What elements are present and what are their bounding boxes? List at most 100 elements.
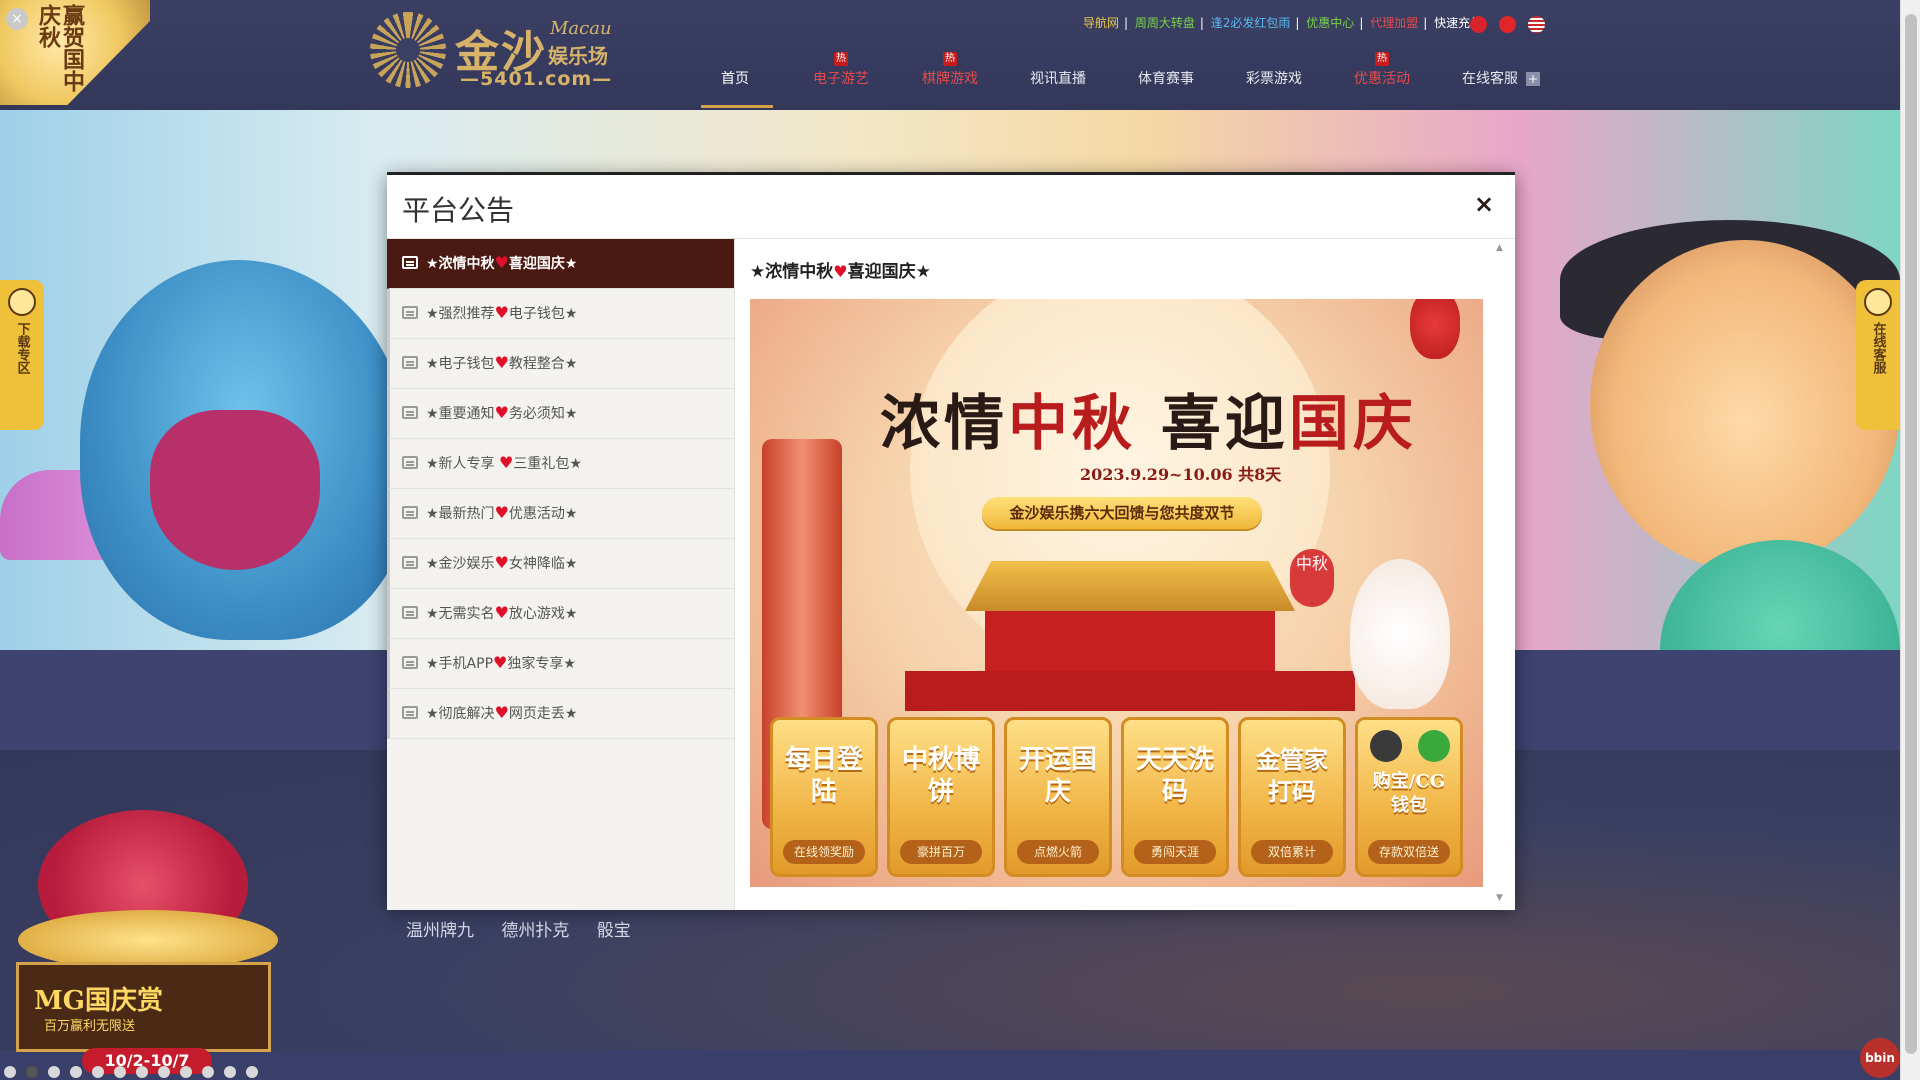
- plus-icon[interactable]: +: [1526, 72, 1540, 86]
- cg-logo-icon: [1418, 730, 1450, 762]
- headset-icon: [1864, 288, 1892, 316]
- notice-item[interactable]: ★新人专享 ♥三重礼包★: [387, 439, 734, 489]
- notice-item[interactable]: ★金沙娱乐♥女神降临★: [387, 539, 734, 589]
- lantern-art: [1410, 299, 1460, 359]
- nav-home[interactable]: 首页: [721, 68, 749, 88]
- gate-body-art: [985, 611, 1275, 671]
- poster-card-sub: 存款双倍送: [1368, 840, 1450, 864]
- mg-promo-float[interactable]: MG国庆赏 百万赢利无限送 10/2-10/7: [8, 810, 278, 1074]
- nav-lottery[interactable]: 彩票游戏: [1246, 68, 1302, 88]
- pager-dot[interactable]: [224, 1066, 236, 1078]
- notice-label: 三重礼包★: [513, 456, 582, 472]
- support-side-tab[interactable]: 在线客服: [1856, 280, 1900, 430]
- nav-promotions[interactable]: 热优惠活动: [1354, 52, 1410, 88]
- page-scrollbar[interactable]: [1900, 0, 1920, 1080]
- notice-item[interactable]: ★强烈推荐♥电子钱包★: [387, 289, 734, 339]
- cn-flag-icon[interactable]: [1499, 16, 1517, 33]
- nav-sports[interactable]: 体育赛事: [1138, 68, 1194, 88]
- content-title-text: ★浓情中秋: [750, 262, 834, 282]
- download-icon: [8, 288, 36, 316]
- scroll-down-icon[interactable]: ▼: [1496, 893, 1503, 903]
- content-title-text: 喜迎国庆★: [847, 262, 931, 282]
- notice-label: 电子钱包★: [508, 306, 578, 322]
- pager-dot[interactable]: [48, 1066, 60, 1078]
- download-side-tab[interactable]: 下载专区: [0, 280, 44, 430]
- notice-label: ★彻底解决: [426, 706, 495, 722]
- site-logo[interactable]: 金沙 Macau 娱乐场 —5401.com—: [370, 12, 630, 92]
- pager-dot[interactable]: [92, 1066, 104, 1078]
- heart-icon: ♥: [494, 353, 509, 372]
- poster-title-part: 国庆: [1288, 389, 1417, 459]
- nav-support[interactable]: 在线客服 +: [1462, 68, 1540, 88]
- notice-label: 网页走丢★: [508, 706, 578, 722]
- page-scrollbar-thumb[interactable]: [1905, 14, 1917, 1054]
- notice-content-title: ★浓情中秋♥喜迎国庆★: [750, 257, 931, 282]
- pager-dot[interactable]: [202, 1066, 214, 1078]
- pager-dot[interactable]: [70, 1066, 82, 1078]
- notice-item[interactable]: ★重要通知♥务必须知★: [387, 389, 734, 439]
- notice-label: ★新人专享: [426, 456, 500, 472]
- notice-item[interactable]: ★手机APP♥独家专享★: [387, 639, 734, 689]
- nav-active-underline: [701, 105, 773, 108]
- poster-title-part: 浓情: [880, 389, 1008, 459]
- notice-item[interactable]: ★电子钱包♥教程整合★: [387, 339, 734, 389]
- message-icon: [402, 356, 418, 369]
- festival-text: 赢贺国中庆秋: [35, 4, 85, 92]
- announcement-modal: 平台公告 × ★浓情中秋♥喜迎国庆★ ★强烈推荐♥电子钱包★ ★电子钱包♥教程整…: [387, 172, 1515, 910]
- language-flags: [1470, 14, 1552, 33]
- pager-dot[interactable]: [158, 1066, 170, 1078]
- pager-dot[interactable]: [136, 1066, 148, 1078]
- nav-promotions-label: 优惠活动: [1354, 71, 1410, 87]
- message-icon: [402, 306, 418, 319]
- close-icon[interactable]: ×: [1473, 192, 1495, 216]
- game-link[interactable]: 德州扑克: [501, 921, 569, 941]
- heart-icon: ♥: [494, 703, 509, 722]
- poster-card: 金管家打码 双倍累计: [1238, 717, 1346, 877]
- poster-date: 2023.9.29~10.06 共8天: [1080, 465, 1282, 484]
- bbin-logo[interactable]: bbin: [1860, 1038, 1900, 1078]
- message-icon: [402, 706, 418, 719]
- nav-chess[interactable]: 热棋牌游戏: [922, 52, 978, 88]
- modal-title: 平台公告: [402, 194, 515, 227]
- notice-item[interactable]: ★浓情中秋♥喜迎国庆★: [387, 239, 734, 289]
- game-link[interactable]: 骰宝: [597, 921, 631, 941]
- pager-dot[interactable]: [26, 1066, 38, 1078]
- poster-card-title: 开运国庆: [1019, 745, 1098, 807]
- poster-title: 浓情中秋 喜迎国庆: [880, 375, 1413, 462]
- pager-dot[interactable]: [180, 1066, 192, 1078]
- logo-sun-icon: [370, 12, 446, 88]
- notice-item[interactable]: ★无需实名♥放心游戏★: [387, 589, 734, 639]
- hk-flag-icon[interactable]: [1470, 16, 1487, 33]
- toplink-wheel[interactable]: 周周大转盘: [1135, 16, 1195, 30]
- toplink-promo-center[interactable]: 优惠中心: [1306, 16, 1354, 30]
- notice-item[interactable]: ★彻底解决♥网页走丢★: [387, 689, 734, 739]
- notice-label: 喜迎国庆★: [508, 256, 578, 272]
- us-flag-icon[interactable]: [1528, 16, 1546, 33]
- pager-dot[interactable]: [4, 1066, 16, 1078]
- nav-live[interactable]: 视讯直播: [1030, 68, 1086, 88]
- banner-shark-mouth-art: [150, 410, 320, 570]
- pager-dot[interactable]: [114, 1066, 126, 1078]
- toplink-redpacket[interactable]: 逢2必发红包雨: [1211, 16, 1291, 30]
- pager-dot[interactable]: [246, 1066, 258, 1078]
- nav-home-label: 首页: [721, 71, 749, 87]
- notice-item[interactable]: ★最新热门♥优惠活动★: [387, 489, 734, 539]
- site-header: 赢贺国中庆秋 × 金沙 Macau 娱乐场 —5401.com— 导航网 | 周周…: [0, 0, 1900, 110]
- toplink-nav[interactable]: 导航网: [1083, 16, 1119, 30]
- poster-title-part: 喜迎: [1160, 389, 1289, 459]
- message-icon: [402, 456, 418, 469]
- scroll-up-icon[interactable]: ▲: [1496, 243, 1503, 253]
- heart-icon: ♥: [833, 262, 848, 281]
- toplink-agent[interactable]: 代理加盟: [1370, 16, 1418, 30]
- heart-icon: ♥: [494, 603, 509, 622]
- poster-card-title: 天天洗码: [1136, 745, 1215, 807]
- nav-slots[interactable]: 热电子游艺: [813, 52, 869, 88]
- notice-label: ★浓情中秋: [426, 256, 495, 272]
- mg-gold-art: [18, 910, 278, 970]
- content-scrollbar[interactable]: ▲ ▼: [1495, 243, 1507, 903]
- poster-card-title: 购宝/CG钱包: [1372, 771, 1446, 816]
- close-festival-icon[interactable]: ×: [6, 8, 28, 30]
- game-link[interactable]: 温州牌九: [406, 921, 474, 941]
- hot-badge: 热: [1375, 52, 1389, 66]
- download-side-label: 下载专区: [14, 322, 30, 374]
